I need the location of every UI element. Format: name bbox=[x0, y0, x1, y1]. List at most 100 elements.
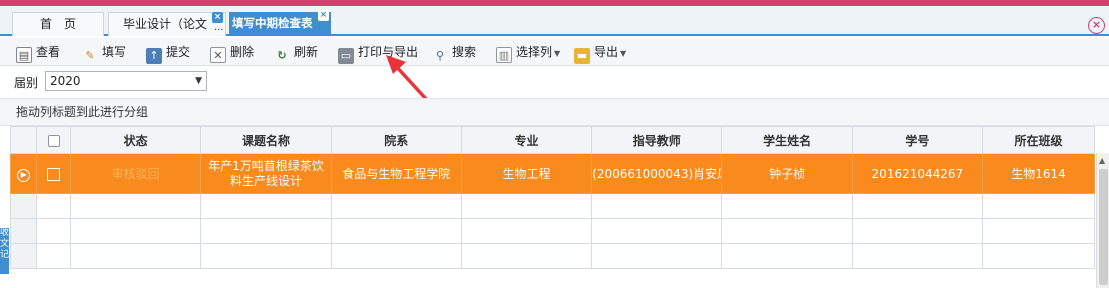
column-header-major[interactable]: 专业 bbox=[460, 126, 593, 154]
table-row[interactable]: ▶ 审核驳回 年产1万吨苜根绿茶饮料生产线设计 食品与生物工程学院 生物工程 (… bbox=[9, 153, 1095, 194]
export-button[interactable]: ▬ 导出 ▼ bbox=[574, 41, 627, 64]
tab-strip: 首 页 毕业设计（论文 ... × 填写中期检查表 × × bbox=[0, 6, 1109, 36]
vertical-scrollbar[interactable]: ▲ bbox=[1096, 153, 1109, 288]
search-label: 搜索 bbox=[452, 45, 477, 59]
cell-status: 审核驳回 bbox=[70, 153, 202, 194]
filter-bar: 届别 2020 ▼ bbox=[0, 67, 1109, 95]
row-checkbox[interactable] bbox=[47, 167, 61, 181]
cell-advisor: (200661000043)肖安风 bbox=[591, 153, 723, 194]
edit-icon: ✎ bbox=[85, 49, 95, 62]
scroll-up-icon[interactable]: ▲ bbox=[1099, 156, 1105, 165]
empty-cell bbox=[460, 218, 593, 244]
column-header-status[interactable]: 状态 bbox=[70, 126, 202, 154]
empty-cell bbox=[721, 218, 853, 244]
empty-cell bbox=[460, 193, 593, 219]
empty-cell bbox=[591, 218, 723, 244]
toolbar: ▤ 查看 ✎ 填写 ↑ 提交 ✕ 删除 ↻ 刷新 ▭ 打印与导出 ⚲ 搜索 ▥ 选择列 ▼ ▬ 导出… bbox=[0, 38, 1109, 66]
window-close-icon[interactable]: × bbox=[1088, 17, 1105, 34]
submit-icon: ↑ bbox=[146, 48, 162, 64]
empty-cell bbox=[982, 243, 1095, 269]
empty-cell bbox=[330, 243, 462, 269]
tab-thesis[interactable]: 毕业设计（论文 bbox=[108, 12, 226, 36]
group-by-hint[interactable]: 拖动列标题到此进行分组 bbox=[0, 98, 1109, 126]
select-all-checkbox[interactable] bbox=[47, 134, 60, 147]
delete-label: 删除 bbox=[230, 45, 255, 59]
chevron-down-icon: ▼ bbox=[620, 49, 627, 58]
delete-button[interactable]: ✕ 删除 bbox=[210, 41, 254, 63]
tab-overflow-ellipsis: ... bbox=[214, 22, 224, 33]
empty-cell bbox=[591, 243, 723, 269]
chevron-down-icon: ▼ bbox=[554, 49, 561, 58]
empty-cell bbox=[982, 193, 1095, 219]
select-columns-button[interactable]: ▥ 选择列 ▼ bbox=[496, 41, 560, 63]
delete-icon: ✕ bbox=[210, 47, 226, 63]
empty-cell bbox=[721, 193, 853, 219]
column-header-class[interactable]: 所在班级 bbox=[982, 126, 1095, 154]
tab-home[interactable]: 首 页 bbox=[12, 12, 104, 36]
cell-department: 食品与生物工程学院 bbox=[330, 153, 462, 194]
scrollbar-thumb[interactable] bbox=[1099, 169, 1108, 285]
arrow-right-circle-icon: ▶ bbox=[17, 168, 31, 182]
row-checkbox-cell[interactable] bbox=[36, 153, 72, 194]
empty-cell bbox=[460, 243, 593, 269]
select-columns-label: 选择列 bbox=[516, 45, 553, 59]
empty-cell bbox=[70, 218, 202, 244]
empty-cell bbox=[70, 193, 202, 219]
tab-midterm-check[interactable]: 填写中期检查表 bbox=[229, 12, 331, 36]
chevron-down-icon: ▼ bbox=[195, 76, 202, 86]
view-label: 查看 bbox=[36, 45, 61, 59]
printer-icon: ▭ bbox=[338, 48, 354, 64]
empty-cell bbox=[36, 243, 72, 269]
fill-label: 填写 bbox=[102, 45, 127, 59]
cell-topic: 年产1万吨苜根绿茶饮料生产线设计 bbox=[200, 153, 332, 194]
select-all-checkbox-cell[interactable] bbox=[36, 126, 72, 154]
year-label: 届别 bbox=[14, 76, 39, 90]
row-indicator-header bbox=[9, 126, 38, 154]
empty-cell bbox=[721, 243, 853, 269]
fill-button[interactable]: ✎ 填写 bbox=[82, 41, 126, 63]
empty-row bbox=[9, 218, 1095, 244]
row-indicator[interactable]: ▶ bbox=[9, 153, 38, 194]
empty-cell bbox=[200, 193, 332, 219]
submit-label: 提交 bbox=[166, 45, 191, 59]
column-header-topic[interactable]: 课题名称 bbox=[200, 126, 332, 154]
empty-cell bbox=[9, 243, 38, 269]
empty-cell bbox=[9, 193, 38, 219]
view-button[interactable]: ▤ 查看 bbox=[16, 41, 60, 63]
refresh-label: 刷新 bbox=[294, 45, 319, 59]
refresh-icon: ↻ bbox=[277, 49, 287, 62]
year-value: 2020 bbox=[50, 74, 81, 88]
submit-button[interactable]: ↑ 提交 bbox=[146, 41, 191, 64]
empty-cell bbox=[851, 218, 984, 244]
empty-cell bbox=[9, 218, 38, 244]
columns-icon: ▥ bbox=[496, 47, 512, 63]
export-folder-icon: ▬ bbox=[574, 48, 590, 64]
table-header-row: 状态 课题名称 院系 专业 指导教师 学生姓名 学号 所在班级 bbox=[9, 126, 1095, 154]
export-label: 导出 bbox=[594, 45, 619, 59]
cell-major: 生物工程 bbox=[460, 153, 593, 194]
view-icon: ▤ bbox=[16, 47, 32, 63]
data-table: 状态 课题名称 院系 专业 指导教师 学生姓名 学号 所在班级 ▶ 审核驳回 年… bbox=[9, 126, 1095, 269]
column-header-advisor[interactable]: 指导教师 bbox=[591, 126, 723, 154]
cell-class: 生物1614 bbox=[982, 153, 1095, 194]
empty-cell bbox=[200, 218, 332, 244]
column-header-student-id[interactable]: 学号 bbox=[851, 126, 984, 154]
empty-cell bbox=[36, 218, 72, 244]
side-drawer-tab[interactable]: 收文记 bbox=[0, 228, 9, 274]
year-select[interactable]: 2020 ▼ bbox=[45, 71, 207, 91]
column-header-department[interactable]: 院系 bbox=[330, 126, 462, 154]
empty-cell bbox=[982, 218, 1095, 244]
empty-cell bbox=[36, 193, 72, 219]
refresh-button[interactable]: ↻ 刷新 bbox=[274, 41, 318, 63]
empty-cell bbox=[200, 243, 332, 269]
empty-cell bbox=[330, 218, 462, 244]
cell-student: 钟子桢 bbox=[721, 153, 853, 194]
empty-cell bbox=[851, 193, 984, 219]
cell-student-id: 201621044267 bbox=[851, 153, 984, 194]
close-icon[interactable]: × bbox=[318, 10, 329, 21]
close-icon[interactable]: × bbox=[212, 12, 223, 23]
empty-cell bbox=[851, 243, 984, 269]
empty-cell bbox=[591, 193, 723, 219]
empty-row bbox=[9, 193, 1095, 219]
column-header-student[interactable]: 学生姓名 bbox=[721, 126, 853, 154]
